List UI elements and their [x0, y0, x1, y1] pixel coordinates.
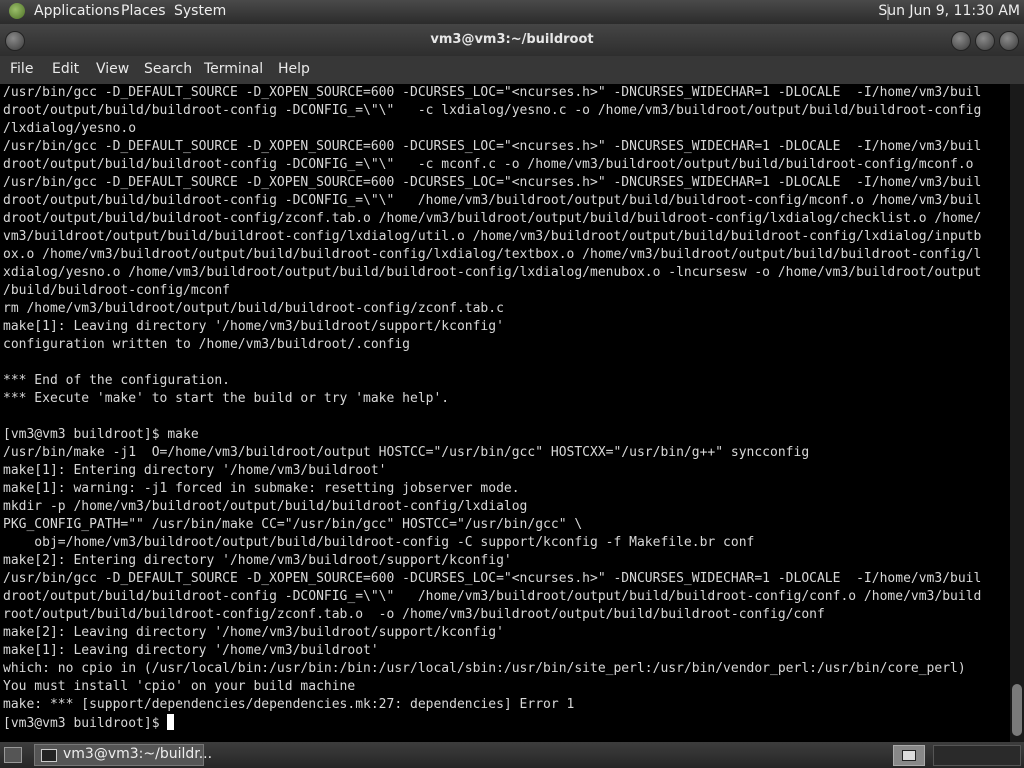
terminal-line: make[1]: Leaving directory '/home/vm3/bu… — [3, 319, 504, 334]
menubar: File Edit View Search Terminal Help — [0, 56, 1024, 84]
system-menu[interactable]: System — [174, 3, 226, 19]
window-titlebar[interactable]: vm3@vm3:~/buildroot — [0, 24, 1024, 56]
terminal-line: rm /home/vm3/buildroot/output/build/buil… — [3, 301, 504, 316]
menu-help[interactable]: Help — [278, 61, 310, 77]
terminal-line: You must install 'cpio' on your build ma… — [3, 679, 356, 694]
window-title: vm3@vm3:~/buildroot — [430, 32, 594, 47]
places-menu[interactable]: Places — [121, 3, 166, 19]
terminal-line: /build/buildroot-config/mconf — [3, 283, 230, 298]
maximize-icon[interactable] — [975, 31, 995, 51]
terminal-line: /usr/bin/gcc -D_DEFAULT_SOURCE -D_XOPEN_… — [3, 175, 982, 190]
minimize-icon[interactable] — [951, 31, 971, 51]
workspace-1[interactable] — [893, 745, 925, 766]
terminal-line: /usr/bin/gcc -D_DEFAULT_SOURCE -D_XOPEN_… — [3, 139, 982, 154]
terminal-line: make[2]: Leaving directory '/home/vm3/bu… — [3, 625, 504, 640]
workspace-window-icon — [902, 750, 916, 761]
taskbar-window-button[interactable]: vm3@vm3:~/buildr... — [34, 744, 212, 766]
terminal-line: root/output/build/buildroot-config/zconf… — [3, 607, 825, 622]
terminal-line: [vm3@vm3 buildroot]$ make — [3, 427, 199, 442]
terminal-line: make: *** [support/dependencies/dependen… — [3, 697, 575, 712]
terminal-line: *** Execute 'make' to start the build or… — [3, 391, 450, 406]
terminal-line: make[1]: warning: -j1 forced in submake:… — [3, 481, 520, 496]
terminal-output: /usr/bin/gcc -D_DEFAULT_SOURCE -D_XOPEN_… — [0, 84, 1010, 732]
terminal-line: xdialog/yesno.o /home/vm3/buildroot/outp… — [3, 265, 982, 280]
gnome-foot-icon[interactable] — [9, 3, 25, 19]
terminal-line: droot/output/build/buildroot-config -DCO… — [3, 193, 982, 208]
terminal-line: /lxdialog/yesno.o — [3, 121, 137, 136]
top-panel: Applications Places System Sun Jun 9, 11… — [0, 0, 1024, 24]
terminal-line: make[1]: Entering directory '/home/vm3/b… — [3, 463, 387, 478]
terminal-line: droot/output/build/buildroot-config -DCO… — [3, 103, 982, 118]
terminal-area[interactable]: /usr/bin/gcc -D_DEFAULT_SOURCE -D_XOPEN_… — [0, 84, 1010, 742]
terminal-prompt-line[interactable]: [vm3@vm3 buildroot]$ — [3, 714, 1010, 732]
terminal-line: /usr/bin/make -j1 O=/home/vm3/buildroot/… — [3, 445, 810, 460]
workspace-2[interactable] — [933, 745, 1021, 766]
terminal-line: vm3/buildroot/output/build/buildroot-con… — [3, 229, 982, 244]
terminal-line: /usr/bin/gcc -D_DEFAULT_SOURCE -D_XOPEN_… — [3, 85, 982, 100]
show-desktop-icon[interactable] — [4, 747, 22, 763]
terminal-line: make[2]: Entering directory '/home/vm3/b… — [3, 553, 512, 568]
terminal-line: droot/output/build/buildroot-config -DCO… — [3, 157, 974, 172]
terminal-line: configuration written to /home/vm3/build… — [3, 337, 410, 352]
close-icon[interactable] — [999, 31, 1019, 51]
bottom-panel: vm3@vm3:~/buildr... — [0, 742, 1024, 768]
terminal-line: droot/output/build/buildroot-config/zcon… — [3, 211, 982, 226]
terminal-line: obj=/home/vm3/buildroot/output/build/bui… — [3, 535, 755, 550]
terminal-line: mkdir -p /home/vm3/buildroot/output/buil… — [3, 499, 528, 514]
scrollbar-thumb[interactable] — [1012, 684, 1022, 736]
terminal-line: which: no cpio in (/usr/local/bin:/usr/b… — [3, 661, 966, 676]
applications-menu[interactable]: Applications — [34, 3, 120, 19]
menu-edit[interactable]: Edit — [52, 61, 79, 77]
clock[interactable]: Sun Jun 9, 11:30 AM — [878, 3, 1020, 19]
menu-file[interactable]: File — [10, 61, 33, 77]
menu-search[interactable]: Search — [144, 61, 192, 77]
menu-terminal[interactable]: Terminal — [204, 61, 263, 77]
terminal-line: droot/output/build/buildroot-config -DCO… — [3, 589, 982, 604]
terminal-line: /usr/bin/gcc -D_DEFAULT_SOURCE -D_XOPEN_… — [3, 571, 982, 586]
shell-prompt: [vm3@vm3 buildroot]$ — [3, 716, 168, 731]
terminal-line: *** End of the configuration. — [3, 373, 230, 388]
terminal-scrollbar[interactable] — [1010, 84, 1024, 742]
menu-view[interactable]: View — [96, 61, 129, 77]
terminal-line: PKG_CONFIG_PATH="" /usr/bin/make CC="/us… — [3, 517, 583, 532]
text-cursor — [167, 714, 175, 730]
terminal-line: ox.o /home/vm3/buildroot/output/build/bu… — [3, 247, 982, 262]
terminal-line: make[1]: Leaving directory '/home/vm3/bu… — [3, 643, 379, 658]
terminal-icon — [41, 749, 57, 762]
taskbar-window-label: vm3@vm3:~/buildr... — [63, 746, 213, 762]
